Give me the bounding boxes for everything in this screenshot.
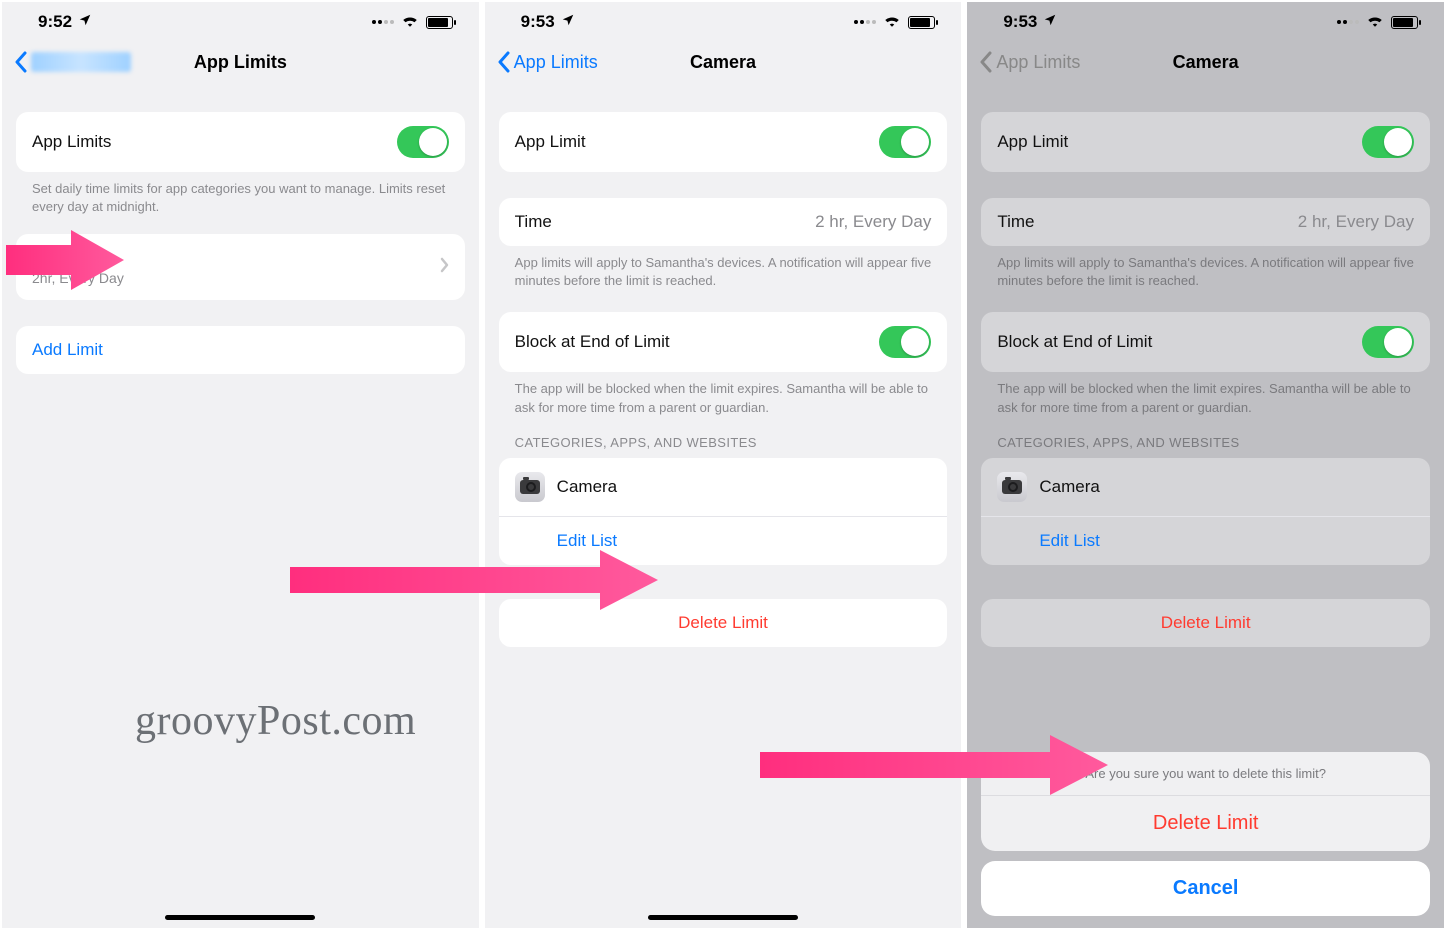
- home-indicator[interactable]: [648, 915, 798, 920]
- home-indicator[interactable]: [165, 915, 315, 920]
- categories-cell: Camera Edit List: [981, 458, 1430, 565]
- action-sheet-message: Are you sure you want to delete this lim…: [981, 752, 1430, 796]
- status-bar: 9:52: [2, 2, 479, 40]
- camera-icon: [997, 472, 1027, 502]
- categories-header: CATEGORIES, APPS, AND WEBSITES: [499, 417, 948, 458]
- time-label: Time: [515, 212, 552, 232]
- time-cell: Time 2 hr, Every Day: [981, 198, 1430, 246]
- location-icon: [78, 12, 92, 32]
- camera-icon: [515, 472, 545, 502]
- edit-list-label: Edit List: [557, 531, 617, 551]
- category-item-label: Camera: [1039, 477, 1099, 497]
- action-sheet-cancel-button[interactable]: Cancel: [981, 861, 1430, 916]
- edit-list-row: Edit List: [981, 516, 1430, 565]
- status-time: 9:52: [38, 12, 72, 32]
- categories-header: CATEGORIES, APPS, AND WEBSITES: [981, 417, 1430, 458]
- app-limits-toggle[interactable]: [397, 126, 449, 158]
- block-cell: Block at End of Limit: [981, 312, 1430, 372]
- add-limit-cell[interactable]: Add Limit: [16, 326, 465, 374]
- screen-camera-limit: 9:53 App Limits Camera App Limit: [485, 2, 962, 928]
- action-sheet-delete-button[interactable]: Delete Limit: [981, 796, 1430, 851]
- battery-icon: [908, 16, 935, 29]
- time-description: App limits will apply to Samantha's devi…: [981, 246, 1430, 290]
- add-limit-label: Add Limit: [32, 340, 103, 360]
- wifi-icon: [1366, 12, 1384, 32]
- watermark: groovyPost.com: [135, 697, 416, 745]
- time-value: 2 hr, Every Day: [815, 212, 931, 232]
- limit-item-name: Camera: [32, 248, 124, 268]
- block-label: Block at End of Limit: [515, 332, 670, 352]
- nav-bar: App Limits Camera: [967, 40, 1444, 84]
- screen-delete-confirm: 9:53 App Limits Camera App Limit: [967, 2, 1444, 928]
- category-item: Camera: [499, 458, 948, 516]
- time-description: App limits will apply to Samantha's devi…: [499, 246, 948, 290]
- battery-icon: [1391, 16, 1418, 29]
- cell-signal-icon: [1337, 20, 1359, 24]
- cell-signal-icon: [372, 20, 394, 24]
- time-cell[interactable]: Time 2 hr, Every Day: [499, 198, 948, 246]
- back-label: App Limits: [514, 52, 598, 73]
- cell-signal-icon: [854, 20, 876, 24]
- nav-bar: App Limits: [2, 40, 479, 84]
- screen-app-limits: 9:52 App Limits App Limits: [2, 2, 479, 928]
- status-bar: 9:53: [485, 2, 962, 40]
- block-toggle: [1362, 326, 1414, 358]
- edit-list-label: Edit List: [1039, 531, 1099, 551]
- app-limits-description: Set daily time limits for app categories…: [16, 172, 465, 216]
- block-toggle[interactable]: [879, 326, 931, 358]
- delete-limit-cell: Delete Limit: [981, 599, 1430, 647]
- status-time: 9:53: [1003, 12, 1037, 32]
- limit-item-detail: 2hr, Every Day: [32, 270, 124, 286]
- back-label: App Limits: [996, 52, 1080, 73]
- block-cell: Block at End of Limit: [499, 312, 948, 372]
- delete-limit-cell[interactable]: Delete Limit: [499, 599, 948, 647]
- wifi-icon: [883, 12, 901, 32]
- battery-icon: [426, 16, 453, 29]
- location-icon: [1043, 12, 1057, 32]
- back-label-redacted: [31, 52, 131, 72]
- back-button: App Limits: [979, 51, 1080, 73]
- block-description: The app will be blocked when the limit e…: [499, 372, 948, 416]
- block-label: Block at End of Limit: [997, 332, 1152, 352]
- wifi-icon: [401, 12, 419, 32]
- nav-bar: App Limits Camera: [485, 40, 962, 84]
- delete-limit-label: Delete Limit: [678, 613, 768, 633]
- time-label: Time: [997, 212, 1034, 232]
- app-limit-toggle: [1362, 126, 1414, 158]
- block-description: The app will be blocked when the limit e…: [981, 372, 1430, 416]
- status-bar: 9:53: [967, 2, 1444, 40]
- app-limit-label: App Limit: [515, 132, 586, 152]
- app-limit-toggle-cell: App Limit: [981, 112, 1430, 172]
- app-limit-label: App Limit: [997, 132, 1068, 152]
- location-icon: [561, 12, 575, 32]
- delete-limit-label: Delete Limit: [1161, 613, 1251, 633]
- categories-cell: Camera Edit List: [499, 458, 948, 565]
- back-button[interactable]: App Limits: [497, 51, 598, 73]
- app-limit-toggle-cell: App Limit: [499, 112, 948, 172]
- app-limits-label: App Limits: [32, 132, 111, 152]
- time-value: 2 hr, Every Day: [1298, 212, 1414, 232]
- edit-list-row[interactable]: Edit List: [499, 516, 948, 565]
- app-limit-toggle[interactable]: [879, 126, 931, 158]
- action-sheet: Are you sure you want to delete this lim…: [981, 752, 1430, 916]
- category-item: Camera: [981, 458, 1430, 516]
- chevron-right-icon: [440, 257, 449, 278]
- category-item-label: Camera: [557, 477, 617, 497]
- back-button[interactable]: [14, 51, 137, 73]
- app-limits-toggle-cell: App Limits: [16, 112, 465, 172]
- status-time: 9:53: [521, 12, 555, 32]
- limit-item-cell[interactable]: Camera 2hr, Every Day: [16, 234, 465, 300]
